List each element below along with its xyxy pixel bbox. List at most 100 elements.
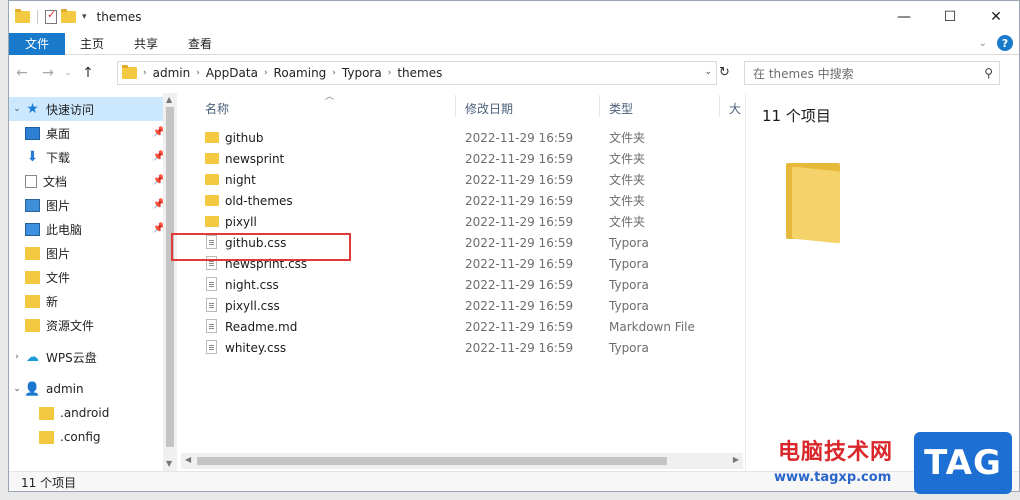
file-type: Typora: [609, 277, 649, 292]
folder-icon[interactable]: [15, 9, 30, 23]
customize-toolbar-icon[interactable]: ▾: [82, 12, 87, 22]
address-bar[interactable]: › admin › AppData › Roaming › Typora › t…: [117, 61, 717, 85]
ribbon-tabs: 文件 主页 共享 查看 ⌄ ?: [9, 32, 1019, 55]
chevron-right-icon[interactable]: ›: [264, 68, 268, 78]
tab-home[interactable]: 主页: [65, 33, 119, 55]
nav-item-admin[interactable]: ⌄ 👤 admin: [9, 377, 175, 401]
file-row[interactable]: night.css 2022-11-29 16:59 Typora: [177, 274, 737, 295]
breadcrumb-roaming[interactable]: Roaming: [274, 66, 327, 80]
recent-locations-icon[interactable]: ⌄: [61, 68, 75, 78]
tab-view[interactable]: 查看: [173, 33, 227, 55]
nav-item-config[interactable]: .config: [9, 425, 175, 449]
nav-scrollbar[interactable]: ▲ ▼: [163, 93, 177, 471]
forward-button[interactable]: →: [35, 65, 61, 81]
help-icon[interactable]: ?: [997, 35, 1013, 51]
file-type: Typora: [609, 340, 649, 355]
nav-item-pictures[interactable]: 图片 📌: [9, 193, 175, 217]
search-placeholder: 在 themes 中搜索: [753, 66, 854, 81]
close-button[interactable]: ✕: [973, 1, 1019, 33]
back-button[interactable]: ←: [9, 65, 35, 81]
tab-share[interactable]: 共享: [119, 33, 173, 55]
file-type: 文件夹: [609, 152, 646, 166]
nav-item-wps-cloud[interactable]: › ☁ WPS云盘: [9, 345, 175, 369]
nav-item-downloads[interactable]: ⬇ 下载 📌: [9, 145, 175, 169]
search-input[interactable]: 在 themes 中搜索 ⚲: [744, 61, 1000, 85]
file-type: 文件夹: [609, 173, 646, 187]
minimize-button[interactable]: —: [881, 1, 927, 33]
nav-item-android[interactable]: .android: [9, 401, 175, 425]
breadcrumb-typora[interactable]: Typora: [342, 66, 382, 80]
file-date: 2022-11-29 16:59: [465, 214, 574, 229]
file-list: ︿ 名称 修改日期 类型 大小 github 2022-11-29 16:59 文件…: [177, 92, 741, 471]
refresh-icon[interactable]: ↻: [719, 65, 730, 80]
column-headers: ︿ 名称 修改日期 类型 大小: [177, 92, 741, 121]
column-type[interactable]: 类型: [609, 100, 633, 117]
file-row[interactable]: github 2022-11-29 16:59 文件夹: [177, 127, 737, 148]
file-type: Typora: [609, 298, 649, 313]
folder-icon: [205, 174, 219, 185]
file-row[interactable]: whitey.css 2022-11-29 16:59 Typora: [177, 337, 737, 358]
file-row[interactable]: newsprint.css 2022-11-29 16:59 Typora: [177, 253, 737, 274]
scroll-down-icon[interactable]: ▼: [166, 459, 172, 468]
file-row[interactable]: Readme.md 2022-11-29 16:59 Markdown File: [177, 316, 737, 337]
breadcrumb-themes[interactable]: themes: [397, 66, 442, 80]
file-icon: [206, 277, 217, 291]
scrollbar-thumb[interactable]: [197, 457, 667, 465]
nav-item-resources-folder[interactable]: 资源文件: [9, 313, 175, 337]
maximize-button[interactable]: ☐: [927, 1, 973, 33]
explorer-window: ▾ themes — ☐ ✕ 文件 主页 共享 查看 ⌄ ? ← → ⌄ ↑ ›…: [8, 0, 1020, 492]
nav-item-files-folder[interactable]: 文件: [9, 265, 175, 289]
breadcrumb-admin[interactable]: admin: [153, 66, 191, 80]
nav-item-desktop[interactable]: 桌面 📌: [9, 121, 175, 145]
file-row[interactable]: night 2022-11-29 16:59 文件夹: [177, 169, 737, 190]
tab-file[interactable]: 文件: [9, 32, 66, 55]
scroll-left-icon[interactable]: ◀: [185, 455, 191, 464]
expand-ribbon-icon[interactable]: ⌄: [979, 38, 987, 49]
preview-item-count: 11 个项目: [762, 107, 831, 125]
new-folder-icon[interactable]: [61, 9, 76, 23]
expand-icon[interactable]: ›: [9, 352, 25, 362]
column-size[interactable]: 大小: [729, 100, 741, 117]
nav-quick-access[interactable]: ⌄ ★ 快速访问: [9, 97, 175, 121]
file-row[interactable]: pixyll.css 2022-11-29 16:59 Typora: [177, 295, 737, 316]
chevron-right-icon[interactable]: ›: [196, 68, 200, 78]
watermark-url: www.tagxp.com: [774, 470, 892, 485]
folder-icon: [25, 270, 40, 284]
folder-icon: [205, 195, 219, 206]
address-row: ← → ⌄ ↑ › admin › AppData › Roaming › Ty…: [9, 55, 1019, 91]
scroll-up-icon[interactable]: ▲: [166, 95, 172, 104]
search-icon[interactable]: ⚲: [984, 66, 993, 80]
file-row[interactable]: pixyll 2022-11-29 16:59 文件夹: [177, 211, 737, 232]
computer-icon: [25, 222, 40, 236]
document-icon: [25, 174, 37, 188]
navigation-pane: ⌄ ★ 快速访问 桌面 📌 ⬇ 下载 📌 文档 📌 图片 📌 此电脑 📌 图片 …: [9, 93, 175, 471]
breadcrumb-appdata[interactable]: AppData: [206, 66, 258, 80]
horizontal-scrollbar[interactable]: ◀ ▶: [181, 453, 743, 469]
column-name[interactable]: 名称: [205, 100, 229, 117]
nav-item-documents[interactable]: 文档 📌: [9, 169, 175, 193]
nav-item-new-folder[interactable]: 新: [9, 289, 175, 313]
up-button[interactable]: ↑: [75, 65, 101, 81]
chevron-down-icon[interactable]: ⌄: [704, 67, 712, 77]
expand-icon[interactable]: ⌄: [9, 384, 25, 394]
preview-pane: 11 个项目: [745, 93, 1019, 471]
file-row[interactable]: github.css 2022-11-29 16:59 Typora: [177, 232, 737, 253]
folder-icon: [25, 294, 40, 308]
properties-icon[interactable]: [45, 8, 57, 24]
chevron-right-icon[interactable]: ›: [332, 68, 336, 78]
file-row[interactable]: newsprint 2022-11-29 16:59 文件夹: [177, 148, 737, 169]
column-date[interactable]: 修改日期: [465, 100, 513, 117]
file-name: pixyll.css: [225, 298, 280, 313]
scroll-right-icon[interactable]: ▶: [733, 455, 739, 464]
file-name: night: [225, 172, 256, 187]
nav-item-pictures-folder[interactable]: 图片: [9, 241, 175, 265]
expand-icon[interactable]: ⌄: [9, 104, 25, 114]
scrollbar-thumb[interactable]: [166, 107, 174, 447]
file-icon: [206, 319, 217, 333]
file-type: 文件夹: [609, 215, 646, 229]
nav-item-this-pc[interactable]: 此电脑 📌: [9, 217, 175, 241]
file-row[interactable]: old-themes 2022-11-29 16:59 文件夹: [177, 190, 737, 211]
chevron-right-icon[interactable]: ›: [143, 68, 147, 78]
file-date: 2022-11-29 16:59: [465, 151, 574, 166]
chevron-right-icon[interactable]: ›: [388, 68, 392, 78]
